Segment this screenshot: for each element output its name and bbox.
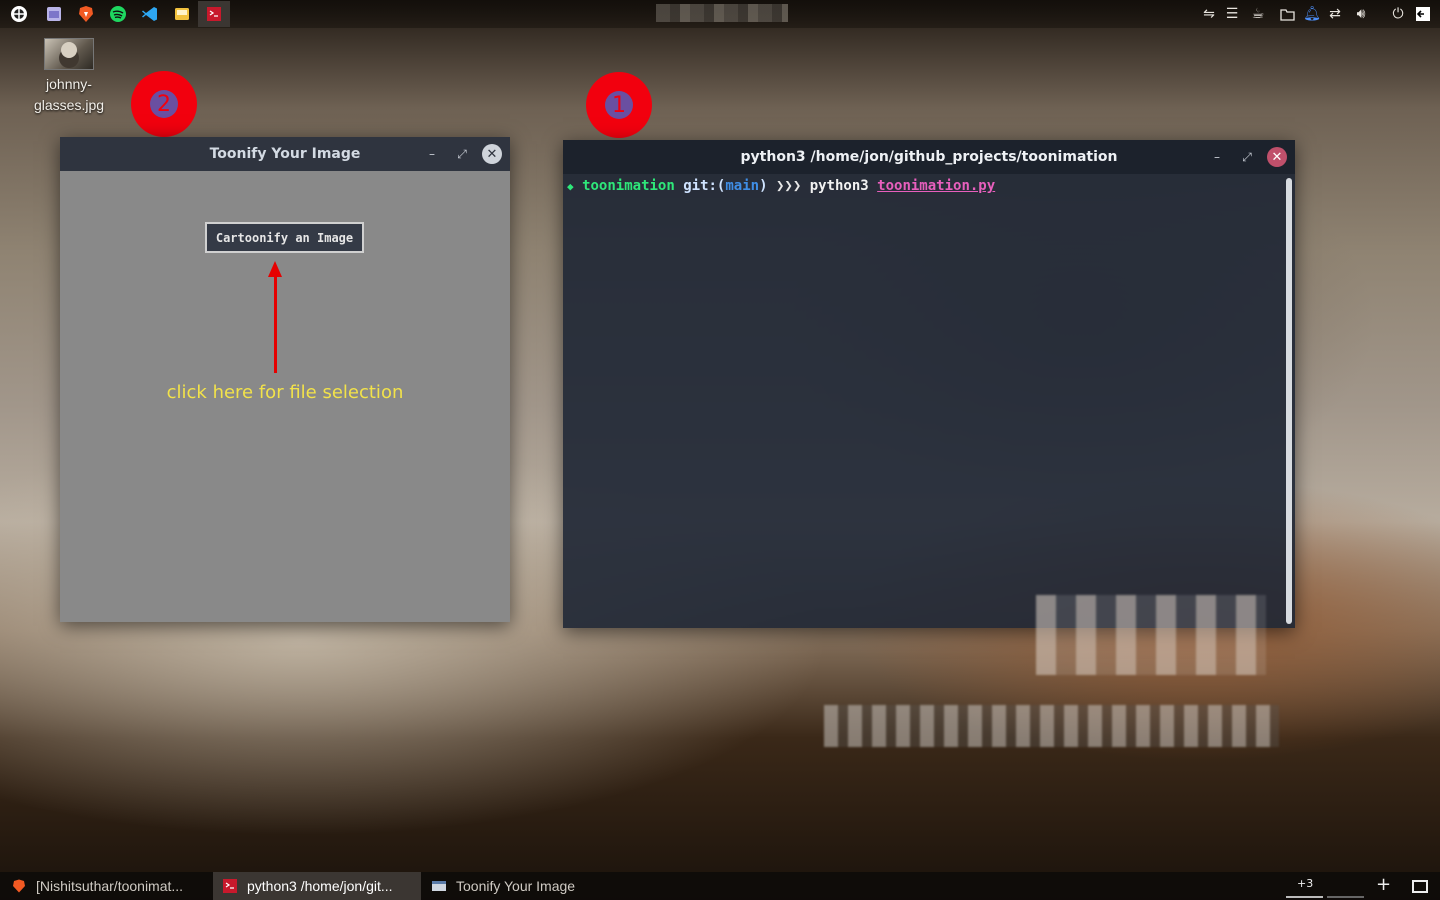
desktop-date-pixelated — [824, 705, 1279, 747]
file-selection-hint: click here for file selection — [166, 382, 404, 403]
marker-1-label: 1 — [605, 91, 633, 119]
desktop-file-johnny-glasses[interactable]: johnny- glasses.jpg — [26, 38, 112, 116]
command-file: toonimation.py — [877, 178, 996, 194]
sync-icon[interactable]: ⇄ — [1326, 5, 1344, 23]
desktop-clock-pixelated — [1036, 595, 1266, 675]
terminal-scrollbar[interactable] — [1286, 178, 1292, 624]
window-title: Toonify Your Image — [209, 146, 361, 162]
task-browser[interactable]: [Nishitsuthar/toonimat... — [0, 872, 212, 900]
prompt-arrows: ❯❯❯ — [775, 178, 802, 194]
git-suffix: ) — [759, 178, 768, 194]
terminal-prompt-line: ◆ toonimation git:(main) ❯❯❯ python3 too… — [563, 174, 1295, 197]
volume-icon[interactable]: 🔊︎ — [1352, 5, 1370, 23]
close-icon[interactable]: ✕ — [1267, 147, 1287, 167]
power-icon[interactable]: ⏻ — [1389, 5, 1407, 23]
workspace-indicator — [1286, 896, 1323, 898]
desktop-file-label: johnny- glasses.jpg — [33, 76, 105, 113]
vscode-icon[interactable] — [139, 3, 161, 25]
brave-icon[interactable] — [75, 3, 97, 25]
marker-2-label: 2 — [150, 90, 178, 118]
terminal-titlebar[interactable]: python3 /home/jon/github_projects/toonim… — [563, 140, 1295, 174]
red-arrow — [274, 273, 277, 373]
prompt-dir: toonimation — [582, 178, 675, 194]
annotation-marker-2: 2 — [131, 71, 197, 137]
terminal-window[interactable]: python3 /home/jon/github_projects/toonim… — [563, 140, 1295, 628]
top-panel: ⇋ ☰ ☕ 🔔︎ ⇄ 🔊︎ ⏻ — [0, 0, 1440, 28]
toonify-window: Toonify Your Image – ⤢ ✕ Cartoonify an I… — [60, 137, 510, 622]
minimize-icon[interactable]: – — [422, 144, 442, 164]
maximize-icon[interactable]: ⤢ — [1237, 147, 1257, 167]
pixelated-title — [656, 4, 788, 22]
terminal-icon — [223, 879, 237, 893]
logout-icon[interactable] — [1414, 5, 1432, 23]
prompt-symbol: ◆ — [567, 180, 574, 193]
mail-icon[interactable] — [171, 3, 193, 25]
git-branch: main — [725, 178, 760, 194]
menu-icon[interactable]: ☰ — [1223, 5, 1241, 23]
minimize-icon[interactable]: – — [1207, 147, 1227, 167]
spotify-icon[interactable] — [107, 3, 129, 25]
workspace-count[interactable]: +3 — [1297, 877, 1313, 890]
show-desktop-icon[interactable] — [1412, 880, 1428, 893]
network-icon[interactable]: ⇋ — [1200, 5, 1218, 23]
annotation-marker-1: 1 — [586, 72, 652, 138]
close-icon[interactable]: ✕ — [482, 144, 502, 164]
folder-icon[interactable] — [1278, 5, 1296, 23]
toonify-titlebar[interactable]: Toonify Your Image – ⤢ ✕ — [60, 137, 510, 171]
window-icon — [432, 881, 446, 891]
command: python3 — [809, 178, 869, 194]
brave-icon — [13, 879, 25, 893]
globe-icon[interactable] — [8, 3, 30, 25]
task-label: Toonify Your Image — [456, 878, 576, 894]
coffee-icon[interactable]: ☕ — [1249, 5, 1267, 23]
files-icon[interactable] — [43, 3, 65, 25]
task-label: [Nishitsuthar/toonimat... — [36, 878, 184, 894]
task-label: python3 /home/jon/git... — [247, 878, 393, 894]
task-terminal[interactable]: python3 /home/jon/git... — [213, 872, 421, 900]
task-toonify[interactable]: Toonify Your Image — [422, 872, 622, 900]
image-thumbnail-icon — [44, 38, 94, 70]
git-prefix: git:( — [683, 178, 726, 194]
window-title: python3 /home/jon/github_projects/toonim… — [740, 149, 1118, 165]
maximize-icon[interactable]: ⤢ — [452, 144, 472, 164]
terminal-icon[interactable] — [198, 1, 230, 27]
notification-icon[interactable]: 🔔︎ — [1303, 5, 1321, 23]
workspace-indicator — [1327, 896, 1364, 898]
add-workspace-button[interactable]: + — [1376, 874, 1391, 895]
cartoonify-button[interactable]: Cartoonify an Image — [205, 222, 364, 253]
taskbar: [Nishitsuthar/toonimat... python3 /home/… — [0, 872, 1440, 900]
